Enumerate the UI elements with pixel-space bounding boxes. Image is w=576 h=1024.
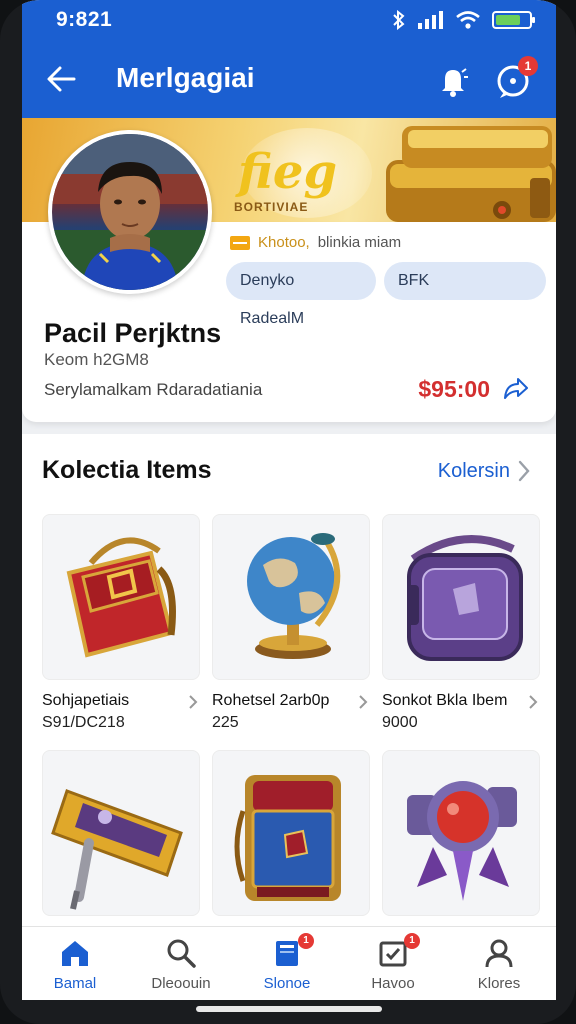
- notification-badge: 1: [518, 56, 538, 76]
- status-time: 9:821: [56, 8, 113, 31]
- collection-item[interactable]: [382, 750, 540, 916]
- item-tile: [42, 514, 200, 680]
- item-name: Sohjapetiais: [42, 692, 130, 709]
- globe-icon: [247, 533, 341, 659]
- page-title: Merlgagiai: [116, 62, 255, 93]
- collection-link[interactable]: Kolersin: [438, 460, 510, 483]
- back-arrow-icon[interactable]: [44, 62, 78, 96]
- app-header: 9:821 Merlgagiai 1: [22, 0, 556, 118]
- nav-item-search[interactable]: Dleoouin: [128, 927, 234, 1000]
- collection-title: Kolectia Items: [42, 456, 212, 484]
- chevron-right-icon: [529, 695, 538, 709]
- item-tile: [382, 750, 540, 916]
- nav-badge: 1: [404, 933, 420, 949]
- signal-icon: [418, 11, 443, 29]
- red-satchel-icon: [66, 537, 176, 658]
- rank-label-gold: Khotoo,: [258, 234, 310, 251]
- chip-code[interactable]: BFK: [384, 262, 546, 300]
- battery-icon: [492, 11, 535, 29]
- profile-name: Pacil Perjktns: [44, 318, 222, 348]
- item-tile: [212, 750, 370, 916]
- chevron-right-icon: [189, 695, 198, 709]
- rank-row: Khotoo, blinkia miam: [230, 234, 401, 251]
- item-name: Rohetsel 2arb0p: [212, 692, 330, 709]
- bell-icon[interactable]: [436, 64, 470, 98]
- title-bar: Merlgagiai 1: [22, 48, 556, 110]
- blue-backpack-icon: [234, 775, 341, 901]
- purple-bag-icon: [407, 535, 523, 661]
- item-price: 225: [212, 714, 239, 731]
- profile-id: Keom h2GM8: [44, 350, 149, 369]
- avatar[interactable]: [48, 130, 212, 294]
- collection-section: Kolectia Items Kolersin Sohjapetiais S91…: [22, 434, 556, 1000]
- profile-icon: [485, 939, 513, 968]
- status-bar: 9:821: [22, 0, 556, 42]
- collection-item[interactable]: [42, 750, 200, 916]
- phone-frame: 9:821 Merlgagiai 1 fieg BORTIVIAE Khotoo…: [0, 0, 576, 1024]
- player-portrait-icon: [52, 134, 208, 290]
- item-name: Sonkot Bkla Ibem: [382, 692, 508, 709]
- nav-item-store[interactable]: 1 Slonoe: [234, 927, 340, 1000]
- home-indicator[interactable]: [196, 1006, 382, 1012]
- collection-item[interactable]: [212, 750, 370, 916]
- chat-button[interactable]: 1: [494, 56, 538, 100]
- nav-label: Bamal: [53, 975, 97, 992]
- nav-item-inbox[interactable]: 1 Havoo: [340, 927, 446, 1000]
- nav-badge: 1: [298, 933, 314, 949]
- nav-label: Slonoe: [263, 975, 311, 992]
- item-tile: [212, 514, 370, 680]
- profile-price: $95:00: [418, 376, 490, 402]
- bottom-nav: Bamal Dleoouin 1 Slonoe 1 Havoo Klores: [22, 926, 556, 1000]
- nav-label: Havoo: [371, 975, 415, 992]
- collection-item[interactable]: Sohjapetiais S91/DC218: [42, 514, 200, 731]
- profile-description: Serylamalkam Rdaradatiania: [44, 380, 263, 399]
- chip-team[interactable]: Denyko RadealM: [226, 262, 376, 327]
- share-icon[interactable]: [500, 374, 530, 404]
- banner-subtitle: BORTIVIAE: [234, 200, 309, 214]
- item-price: S91/DC218: [42, 714, 125, 731]
- collection-item[interactable]: Sonkot Bkla Ibem 9000: [382, 514, 540, 731]
- golden-hammer-icon: [51, 789, 183, 910]
- robot-orb-icon: [407, 781, 517, 901]
- banner-title: fieg: [238, 144, 337, 200]
- home-icon: [62, 941, 88, 966]
- nav-item-home[interactable]: Bamal: [22, 927, 128, 1000]
- app-screen: 9:821 Merlgagiai 1 fieg BORTIVIAE Khotoo…: [22, 0, 556, 1000]
- profile-chips: Denyko RadealM BFK: [226, 262, 546, 327]
- nav-item-profile[interactable]: Klores: [446, 927, 552, 1000]
- search-icon: [167, 939, 196, 968]
- bluetooth-icon: [393, 10, 405, 30]
- rank-icon: [230, 235, 250, 250]
- item-tile: [42, 750, 200, 916]
- chevron-right-icon[interactable]: [516, 458, 532, 484]
- nav-label: Klores: [477, 975, 521, 992]
- nav-label: Dleoouin: [151, 975, 211, 992]
- chevron-right-icon: [359, 695, 368, 709]
- item-tile: [382, 514, 540, 680]
- status-icons: [392, 10, 535, 30]
- golden-binoculars-icon: [386, 126, 556, 222]
- item-price: 9000: [382, 714, 418, 731]
- collection-item[interactable]: Rohetsel 2arb0p 225: [212, 514, 370, 731]
- wifi-icon: [456, 11, 480, 29]
- avatar-photo: [52, 134, 208, 290]
- rank-label: blinkia miam: [317, 234, 402, 251]
